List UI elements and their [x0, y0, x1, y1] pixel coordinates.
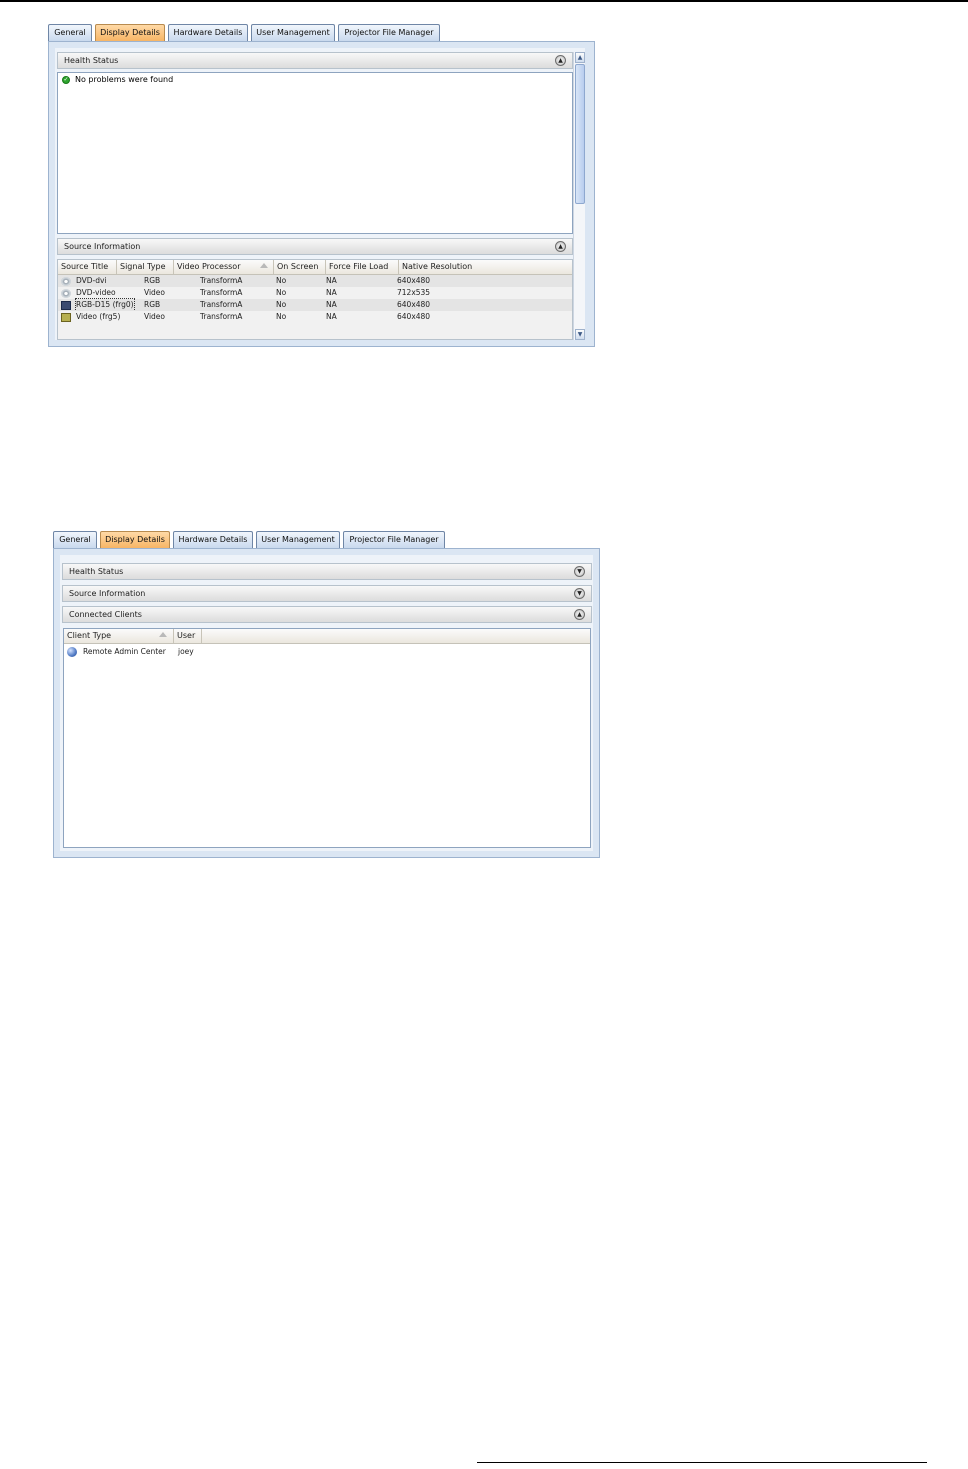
tab-user-management[interactable]: User Management [256, 531, 340, 548]
expand-down-icon[interactable]: ▼ [574, 566, 585, 577]
tab-general[interactable]: General [53, 531, 97, 548]
disc-icon [61, 277, 71, 286]
force-file-load: NA [326, 312, 337, 321]
globe-icon [67, 647, 77, 657]
source-title: Video (frg5) [76, 312, 121, 321]
collapse-up-icon[interactable]: ▲ [555, 241, 566, 252]
tab-strip: General Display Details Hardware Details… [53, 531, 473, 549]
scroll-thumb[interactable] [575, 64, 585, 204]
native-resolution: 712x535 [397, 288, 431, 297]
col-user[interactable]: User [174, 629, 202, 643]
col-client-type[interactable]: Client Type [64, 629, 174, 643]
source-information-header[interactable]: Source Information ▼ [62, 585, 592, 602]
tab-projector-file-manager[interactable]: Projector File Manager [343, 531, 445, 548]
source-table: Source Title Signal Type Video Processor… [57, 259, 573, 340]
health-status-title: Health Status [64, 56, 119, 65]
page-bottom-rule [477, 1462, 927, 1463]
video-processor: TransformA [200, 276, 243, 285]
disc-icon [61, 289, 71, 298]
tab-user-management[interactable]: User Management [251, 24, 335, 41]
sort-ascending-icon [159, 632, 167, 637]
checkmark-icon: ✓ [62, 76, 70, 84]
tab-strip: General Display Details Hardware Details… [48, 24, 468, 42]
signal-type: Video [144, 312, 166, 321]
col-force-file-load[interactable]: Force File Load [326, 260, 399, 274]
on-screen: No [276, 312, 287, 321]
panel-content: Health Status ▲ ✓ No problems were found… [55, 48, 585, 340]
force-file-load: NA [326, 288, 337, 297]
collapse-up-icon[interactable]: ▲ [555, 55, 566, 66]
connected-clients-table: Client Type User Remote Admin Center joe… [63, 628, 591, 848]
tab-hardware-details[interactable]: Hardware Details [173, 531, 253, 548]
vertical-scrollbar[interactable]: ▲ ▼ [573, 52, 585, 340]
health-status-header[interactable]: Health Status ▲ [57, 52, 573, 69]
force-file-load: NA [326, 276, 337, 285]
video-processor: TransformA [200, 300, 243, 309]
tab-projector-file-manager[interactable]: Projector File Manager [338, 24, 440, 41]
native-resolution: 640x480 [397, 312, 431, 321]
col-signal-type[interactable]: Signal Type [117, 260, 174, 274]
source-information-title: Source Information [64, 242, 141, 251]
display-details-panel: Health Status ▲ ✓ No problems were found… [48, 41, 595, 347]
tab-general[interactable]: General [48, 24, 92, 41]
col-on-screen[interactable]: On Screen [274, 260, 326, 274]
source-information-title: Source Information [69, 589, 146, 598]
health-status-box: ✓ No problems were found [57, 72, 573, 234]
table-row[interactable]: Remote Admin Center joey [64, 646, 590, 658]
video-processor: TransformA [200, 288, 243, 297]
client-user: joey [178, 647, 194, 656]
expand-down-icon[interactable]: ▼ [574, 588, 585, 599]
video-processor: TransformA [200, 312, 243, 321]
scroll-up-icon[interactable]: ▲ [575, 52, 585, 63]
signal-type: Video [144, 288, 166, 297]
display-details-panel: Health Status ▼ Source Information ▼ Con… [53, 548, 600, 858]
on-screen: No [276, 288, 287, 297]
source-information-header[interactable]: Source Information ▲ [57, 238, 573, 255]
scroll-down-icon[interactable]: ▼ [575, 329, 585, 340]
sort-ascending-icon [260, 263, 268, 268]
client-type: Remote Admin Center [83, 647, 166, 656]
health-status-title: Health Status [69, 567, 124, 576]
clients-table-header: Client Type User [64, 629, 590, 644]
connected-clients-header[interactable]: Connected Clients ▲ [62, 606, 592, 623]
signal-type: RGB [144, 300, 161, 309]
video-icon [61, 313, 71, 322]
col-source-title[interactable]: Source Title [58, 260, 117, 274]
tab-display-details[interactable]: Display Details [95, 24, 165, 41]
collapse-up-icon[interactable]: ▲ [574, 609, 585, 620]
source-table-header: Source Title Signal Type Video Processor… [58, 260, 572, 275]
col-native-resolution[interactable]: Native Resolution [399, 260, 572, 274]
health-status-header[interactable]: Health Status ▼ [62, 563, 592, 580]
table-row[interactable]: DVD-video Video TransformA No NA 712x535 [58, 287, 572, 299]
on-screen: No [276, 276, 287, 285]
tab-hardware-details[interactable]: Hardware Details [168, 24, 248, 41]
native-resolution: 640x480 [397, 300, 431, 309]
source-title: DVD-video [76, 288, 116, 297]
table-row[interactable]: DVD-dvi RGB TransformA No NA 640x480 [58, 275, 572, 287]
native-resolution: 640x480 [397, 276, 431, 285]
table-row[interactable]: RGB-D15 (frg0) RGB TransformA No NA 640x… [58, 298, 572, 312]
tab-display-details[interactable]: Display Details [100, 531, 170, 548]
health-message: No problems were found [75, 75, 174, 84]
col-video-processor[interactable]: Video Processor [174, 260, 274, 274]
table-row[interactable]: Video (frg5) Video TransformA No NA 640x… [58, 311, 572, 323]
monitor-icon [61, 301, 71, 310]
source-title: RGB-D15 (frg0) [75, 298, 135, 312]
panel-content: Health Status ▼ Source Information ▼ Con… [60, 555, 593, 851]
on-screen: No [276, 300, 287, 309]
force-file-load: NA [326, 300, 337, 309]
page-top-rule [0, 0, 968, 2]
connected-clients-title: Connected Clients [69, 610, 142, 619]
signal-type: RGB [144, 276, 161, 285]
source-title: DVD-dvi [76, 276, 107, 285]
